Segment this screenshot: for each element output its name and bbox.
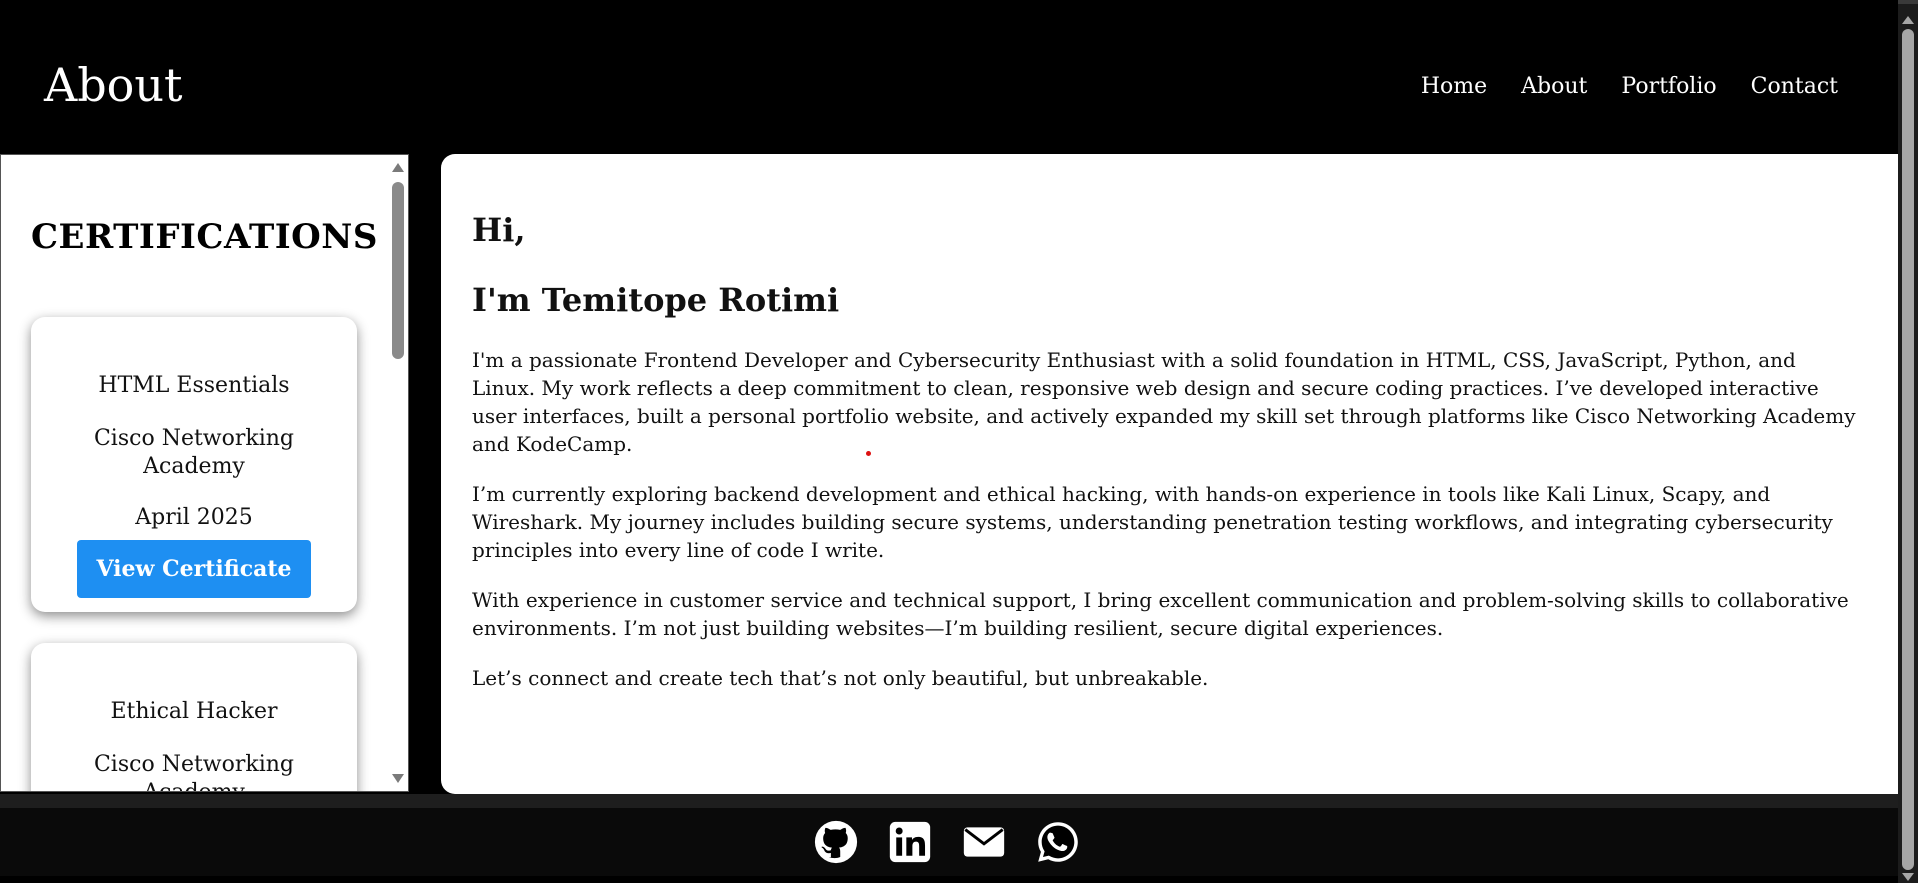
social-icons: [814, 820, 1080, 864]
window-scroll-thumb[interactable]: [1902, 29, 1914, 870]
cursor-dot: [866, 451, 871, 456]
page-title: About: [44, 58, 183, 112]
nav-home[interactable]: Home: [1421, 74, 1487, 99]
certificate-issuer: Cisco Networking Academy: [93, 426, 295, 479]
page: About Home About Portfolio Contact CERTI…: [0, 0, 1898, 883]
certificate-issuer: Cisco Networking Academy: [93, 752, 295, 791]
site-footer: [0, 808, 1898, 876]
nav-about[interactable]: About: [1521, 74, 1587, 99]
window-scroll-up-icon[interactable]: [1902, 16, 1914, 24]
scroll-down-arrow-icon[interactable]: [392, 774, 404, 783]
certificate-card: HTML Essentials Cisco Networking Academy…: [31, 317, 357, 612]
footer-divider: [0, 794, 1898, 808]
certificate-date: April 2025: [135, 505, 253, 530]
mail-icon[interactable]: [962, 820, 1006, 864]
name-heading: I'm Temitope Rotimi: [472, 281, 840, 319]
whatsapp-icon[interactable]: [1036, 820, 1080, 864]
certifications-panel[interactable]: CERTIFICATIONS HTML Essentials Cisco Net…: [0, 154, 409, 792]
site-header: About Home About Portfolio Contact: [0, 4, 1898, 154]
view-certificate-button[interactable]: View Certificate: [77, 540, 311, 598]
certificate-title: HTML Essentials: [98, 373, 290, 398]
panel-scroll-thumb[interactable]: [392, 182, 404, 359]
github-icon[interactable]: [814, 820, 858, 864]
scroll-up-arrow-icon[interactable]: [392, 163, 404, 172]
certifications-heading: CERTIFICATIONS: [31, 217, 378, 257]
certificate-title: Ethical Hacker: [110, 699, 278, 724]
main-nav: Home About Portfolio Contact: [1421, 74, 1838, 99]
about-paragraph: With experience in customer service and …: [472, 588, 1849, 640]
about-paragraph: Let’s connect and create tech that’s not…: [472, 666, 1209, 690]
about-paragraph: I'm a passionate Frontend Developer and …: [472, 348, 1856, 456]
about-section: Hi, I'm Temitope Rotimi I'm a passionate…: [441, 154, 1898, 794]
window-scroll-down-icon[interactable]: [1902, 873, 1914, 881]
window-scrollbar[interactable]: [1898, 14, 1918, 883]
about-paragraph: I’m currently exploring backend developm…: [472, 482, 1833, 562]
nav-portfolio[interactable]: Portfolio: [1621, 74, 1716, 99]
nav-contact[interactable]: Contact: [1751, 74, 1838, 99]
linkedin-icon[interactable]: [888, 820, 932, 864]
certificate-card: Ethical Hacker Cisco Networking Academy: [31, 643, 357, 791]
panel-scrollbar[interactable]: [388, 155, 408, 791]
greeting-heading: Hi,: [472, 211, 526, 249]
